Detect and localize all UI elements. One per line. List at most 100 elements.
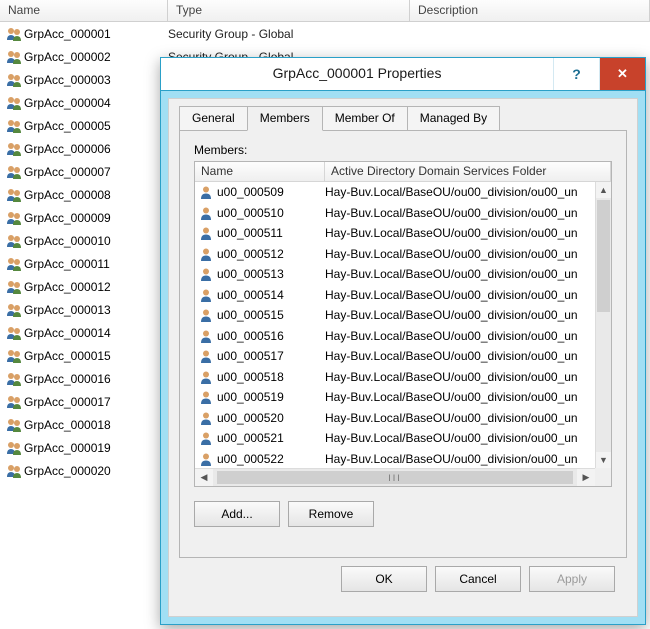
member-row[interactable]: u00_000512Hay-Buv.Local/BaseOU/ou00_divi… — [195, 244, 595, 265]
member-folder: Hay-Buv.Local/BaseOU/ou00_division/ou00_… — [325, 288, 595, 302]
member-folder: Hay-Buv.Local/BaseOU/ou00_division/ou00_… — [325, 431, 595, 445]
member-row[interactable]: u00_000522Hay-Buv.Local/BaseOU/ou00_divi… — [195, 449, 595, 469]
member-folder: Hay-Buv.Local/BaseOU/ou00_division/ou00_… — [325, 247, 595, 261]
member-row[interactable]: u00_000521Hay-Buv.Local/BaseOU/ou00_divi… — [195, 428, 595, 449]
group-icon — [6, 118, 24, 134]
group-icon — [6, 164, 24, 180]
dialog-frame: General Members Member Of Managed By Mem… — [161, 91, 645, 617]
member-name: u00_000520 — [217, 411, 325, 425]
dialog-titlebar[interactable]: GrpAcc_000001 Properties ? ✕ — [161, 58, 645, 91]
console-row-name: GrpAcc_000006 — [24, 142, 168, 156]
lv-col-folder[interactable]: Active Directory Domain Services Folder — [325, 162, 611, 181]
user-icon — [199, 390, 217, 404]
tab-member-of[interactable]: Member Of — [322, 106, 408, 131]
console-row-name: GrpAcc_000001 — [24, 27, 168, 41]
group-icon — [6, 440, 24, 456]
close-button[interactable]: ✕ — [599, 58, 645, 90]
member-folder: Hay-Buv.Local/BaseOU/ou00_division/ou00_… — [325, 308, 595, 322]
member-row[interactable]: u00_000519Hay-Buv.Local/BaseOU/ou00_divi… — [195, 387, 595, 408]
member-name: u00_000514 — [217, 288, 325, 302]
console-row-name: GrpAcc_000007 — [24, 165, 168, 179]
properties-dialog: GrpAcc_000001 Properties ? ✕ General Mem… — [160, 57, 646, 625]
member-name: u00_000510 — [217, 206, 325, 220]
cancel-button[interactable]: Cancel — [435, 566, 521, 592]
scroll-thumb-vertical[interactable] — [597, 200, 610, 312]
member-row[interactable]: u00_000520Hay-Buv.Local/BaseOU/ou00_divi… — [195, 408, 595, 429]
scroll-down-button[interactable]: ▼ — [596, 452, 611, 468]
console-row-name: GrpAcc_000002 — [24, 50, 168, 64]
help-button[interactable]: ? — [553, 58, 599, 90]
member-name: u00_000517 — [217, 349, 325, 363]
member-name: u00_000518 — [217, 370, 325, 384]
group-icon — [6, 95, 24, 111]
lv-col-name[interactable]: Name — [195, 162, 325, 181]
group-icon — [6, 394, 24, 410]
user-icon — [199, 185, 217, 199]
console-row-name: GrpAcc_000015 — [24, 349, 168, 363]
console-row-name: GrpAcc_000017 — [24, 395, 168, 409]
scroll-right-button[interactable]: ▶ — [577, 469, 595, 486]
vertical-scrollbar[interactable]: ▲ ▼ — [595, 182, 611, 468]
members-label: Members: — [194, 143, 612, 157]
member-row[interactable]: u00_000514Hay-Buv.Local/BaseOU/ou00_divi… — [195, 285, 595, 306]
console-row-name: GrpAcc_000005 — [24, 119, 168, 133]
member-name: u00_000521 — [217, 431, 325, 445]
group-icon — [6, 233, 24, 249]
scroll-up-button[interactable]: ▲ — [596, 182, 611, 198]
group-icon — [6, 279, 24, 295]
user-icon — [199, 247, 217, 261]
member-name: u00_000509 — [217, 185, 325, 199]
group-icon — [6, 141, 24, 157]
member-row[interactable]: u00_000513Hay-Buv.Local/BaseOU/ou00_divi… — [195, 264, 595, 285]
column-header-description[interactable]: Description — [410, 0, 650, 21]
member-row[interactable]: u00_000517Hay-Buv.Local/BaseOU/ou00_divi… — [195, 346, 595, 367]
scroll-track-vertical[interactable] — [596, 198, 611, 452]
remove-button[interactable]: Remove — [288, 501, 374, 527]
member-row[interactable]: u00_000511Hay-Buv.Local/BaseOU/ou00_divi… — [195, 223, 595, 244]
scroll-thumb-horizontal[interactable]: III — [217, 471, 573, 484]
member-name: u00_000519 — [217, 390, 325, 404]
horizontal-scrollbar[interactable]: ◀ III ▶ — [195, 468, 595, 486]
console-row-name: GrpAcc_000011 — [24, 257, 168, 271]
console-row-name: GrpAcc_000018 — [24, 418, 168, 432]
member-row[interactable]: u00_000518Hay-Buv.Local/BaseOU/ou00_divi… — [195, 367, 595, 388]
member-row[interactable]: u00_000516Hay-Buv.Local/BaseOU/ou00_divi… — [195, 326, 595, 347]
user-icon — [199, 452, 217, 466]
console-row-name: GrpAcc_000008 — [24, 188, 168, 202]
member-folder: Hay-Buv.Local/BaseOU/ou00_division/ou00_… — [325, 349, 595, 363]
member-folder: Hay-Buv.Local/BaseOU/ou00_division/ou00_… — [325, 390, 595, 404]
members-listview[interactable]: Name Active Directory Domain Services Fo… — [194, 161, 612, 487]
listview-header: Name Active Directory Domain Services Fo… — [195, 162, 611, 182]
member-name: u00_000522 — [217, 452, 325, 466]
console-row-name: GrpAcc_000009 — [24, 211, 168, 225]
member-row[interactable]: u00_000515Hay-Buv.Local/BaseOU/ou00_divi… — [195, 305, 595, 326]
ok-button[interactable]: OK — [341, 566, 427, 592]
tab-general[interactable]: General — [179, 106, 248, 131]
member-row[interactable]: u00_000509Hay-Buv.Local/BaseOU/ou00_divi… — [195, 182, 595, 203]
tab-managed-by[interactable]: Managed By — [407, 106, 500, 131]
group-icon — [6, 187, 24, 203]
dialog-frame-bottom — [161, 617, 645, 624]
console-row-name: GrpAcc_000014 — [24, 326, 168, 340]
user-icon — [199, 411, 217, 425]
column-header-type[interactable]: Type — [168, 0, 410, 21]
apply-button[interactable]: Apply — [529, 566, 615, 592]
member-folder: Hay-Buv.Local/BaseOU/ou00_division/ou00_… — [325, 329, 595, 343]
dialog-title: GrpAcc_000001 Properties — [161, 58, 553, 90]
user-icon — [199, 226, 217, 240]
member-folder: Hay-Buv.Local/BaseOU/ou00_division/ou00_… — [325, 206, 595, 220]
group-icon — [6, 72, 24, 88]
member-folder: Hay-Buv.Local/BaseOU/ou00_division/ou00_… — [325, 452, 595, 466]
member-name: u00_000515 — [217, 308, 325, 322]
scroll-left-button[interactable]: ◀ — [195, 469, 213, 486]
column-header-name[interactable]: Name — [0, 0, 168, 21]
add-button[interactable]: Add... — [194, 501, 280, 527]
console-header: Name Type Description — [0, 0, 650, 22]
user-icon — [199, 370, 217, 384]
tab-strip: General Members Member Of Managed By — [179, 106, 627, 131]
scroll-track-horizontal[interactable]: III — [213, 469, 577, 486]
console-row[interactable]: GrpAcc_000001Security Group - Global — [0, 22, 650, 45]
tab-members[interactable]: Members — [247, 106, 323, 131]
console-row-name: GrpAcc_000020 — [24, 464, 168, 478]
member-row[interactable]: u00_000510Hay-Buv.Local/BaseOU/ou00_divi… — [195, 203, 595, 224]
